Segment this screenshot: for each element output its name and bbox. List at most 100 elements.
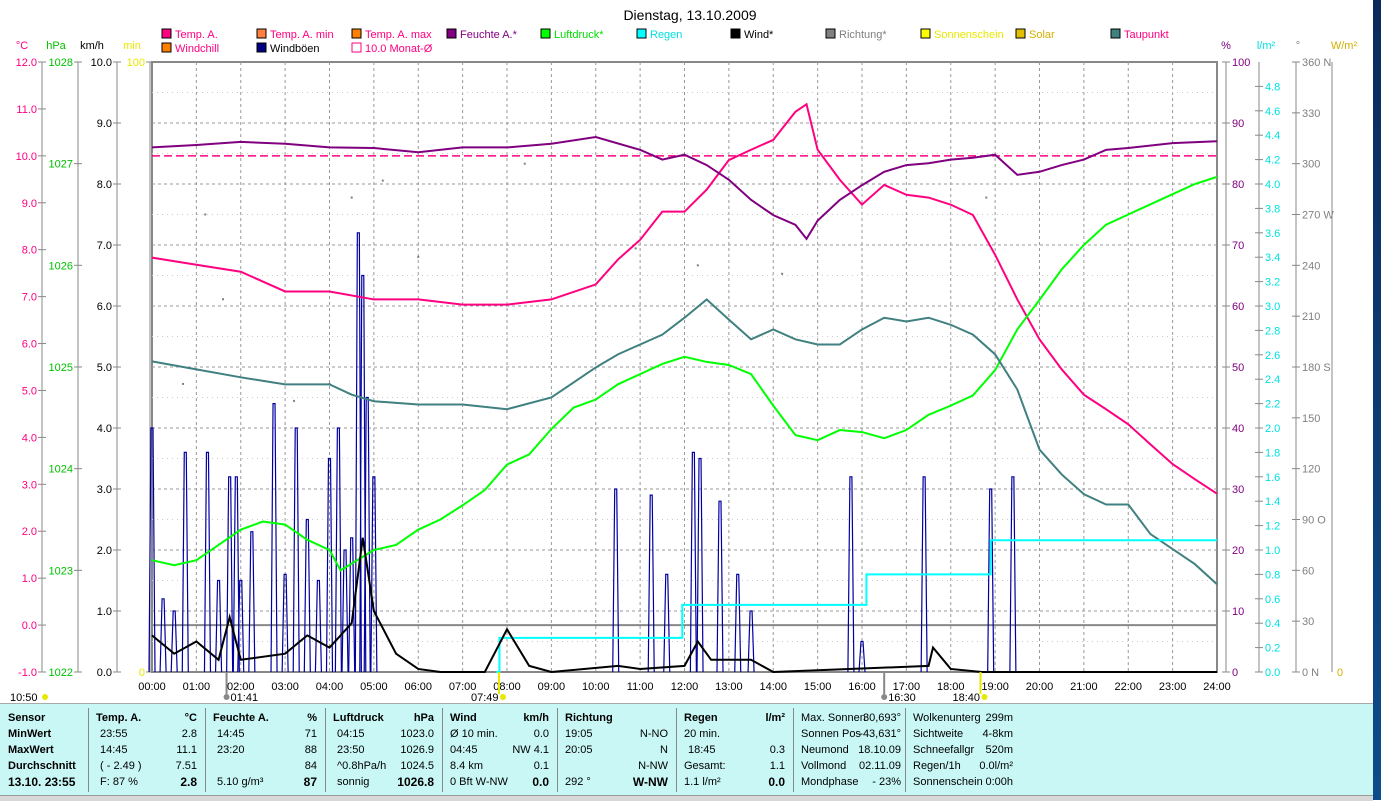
- rain-tick-label: 0.2: [1265, 643, 1280, 655]
- sun-row-2-value: 18.10.09: [858, 744, 901, 756]
- sun-icon: [42, 694, 48, 700]
- rain-row-1-value: 0.3: [769, 744, 785, 756]
- degree-tick-label: 360 N: [1302, 57, 1331, 69]
- rain-tick-label: 3.8: [1265, 203, 1280, 215]
- legend-label: Solar: [1029, 29, 1055, 41]
- x-tick-label: 14:00: [759, 681, 787, 693]
- rain-header: Regen: [684, 712, 718, 724]
- rain-tick-label: 4.8: [1265, 81, 1280, 93]
- legend-swatch-icon: [1110, 28, 1121, 39]
- wind-row-0-label: Ø 10 min.: [450, 728, 498, 740]
- sensor-header: Sensor: [8, 712, 46, 724]
- chart-title: Dienstag, 13.10.2009: [623, 7, 756, 23]
- celsius-tick-label: 9.0: [22, 198, 37, 210]
- x-tick-label: 24:00: [1203, 681, 1231, 693]
- celsius-tick-label: 4.0: [22, 432, 37, 444]
- percent-tick-label: 0: [1232, 667, 1238, 679]
- legend-swatch-icon: [540, 28, 551, 39]
- temp-unit: °C: [184, 712, 197, 724]
- x-tick-label: 21:00: [1070, 681, 1098, 693]
- humidity-row-1-label: 23:20: [217, 744, 245, 756]
- desktop-background: [1373, 0, 1381, 800]
- misc-row-1-label: Sichtweite: [913, 728, 964, 740]
- misc-row-4-value: 0:00h: [985, 776, 1013, 788]
- temp-column: Temp. A. °C 23:55 2.8 14:45 11.1 ( - 2.49 )…: [90, 708, 206, 792]
- rain-tick-label: 2.0: [1265, 423, 1280, 435]
- degree-tick-label: 240: [1302, 260, 1320, 272]
- direction-point: [350, 196, 353, 199]
- wind-header: Wind: [450, 712, 477, 724]
- hpa-tick-label: 1026: [49, 260, 73, 272]
- wind-unit: km/h: [523, 712, 549, 724]
- row-label-min: MinWert: [8, 728, 52, 740]
- humidity-row-3-label: 5.10 g/m³: [217, 776, 264, 788]
- x-tick-label: 22:00: [1114, 681, 1142, 693]
- rain-row-2-label: Gesamt:: [684, 760, 726, 772]
- rain-unit: l/m²: [765, 712, 785, 724]
- rain-tick-label: 1.2: [1265, 521, 1280, 533]
- percent-tick-label: 50: [1232, 362, 1244, 374]
- sun-row-0-label: Max. Sonnen: [801, 712, 866, 724]
- legend-swatch-icon: [730, 28, 741, 39]
- rain-tick-label: 4.4: [1265, 130, 1280, 142]
- direction-header: Richtung: [565, 712, 613, 724]
- legend-label: Taupunkt: [1124, 29, 1169, 41]
- legend-label: Temp. A.: [175, 29, 218, 41]
- rain-tick-label: 0.6: [1265, 594, 1280, 606]
- direction-row-3-label: 292 °: [565, 776, 591, 788]
- direction-point: [781, 272, 784, 275]
- pressure-header: Luftdruck: [333, 712, 384, 724]
- degree-tick-label: 150: [1302, 413, 1320, 425]
- humidity-unit: %: [307, 712, 317, 724]
- sun-row-0-value: 30,693°: [862, 712, 901, 724]
- moonset-time-label: 16:30: [888, 692, 916, 703]
- rain-tick-label: 0.8: [1265, 569, 1280, 581]
- kmh-tick-label: 6.0: [97, 301, 112, 313]
- celsius-tick-label: 12.0: [16, 57, 37, 69]
- stats-table: Sensor MinWert MaxWert Durchschnitt 13.1…: [0, 703, 1373, 796]
- direction-row-0-label: 19:05: [565, 728, 593, 740]
- temp-row-2-label: ( - 2.49 ): [100, 760, 142, 772]
- degree-tick-label: 330: [1302, 108, 1320, 120]
- rain-tick-label: 3.0: [1265, 301, 1280, 313]
- legend-swatch-icon: [351, 42, 362, 53]
- sun-row-4-value: - 23%: [872, 776, 901, 788]
- legend-label: Regen: [650, 29, 682, 41]
- misc-row-4-label: Sonnenschein: [913, 776, 983, 788]
- row-label-max: MaxWert: [8, 744, 54, 756]
- moonrise-icon: [223, 694, 230, 700]
- percent-unit-label: %: [1221, 40, 1231, 52]
- humidity-row-2-value: 84: [304, 760, 317, 772]
- x-tick-label: 12:00: [671, 681, 699, 693]
- percent-tick-label: 20: [1232, 545, 1244, 557]
- rain-row-1-label: 18:45: [688, 744, 716, 756]
- celsius-tick-label: 3.0: [22, 479, 37, 491]
- degree-tick-label: 270 W: [1302, 210, 1334, 222]
- legend-label: Feuchte A.*: [460, 29, 518, 41]
- x-tick-label: 04:00: [316, 681, 344, 693]
- min-tick-label: 0: [139, 667, 145, 679]
- kmh-tick-label: 8.0: [97, 179, 112, 191]
- kmh-tick-label: 3.0: [97, 484, 112, 496]
- legend-label: Temp. A. max: [365, 29, 432, 41]
- sun-row-3-label: Vollmond: [801, 760, 847, 772]
- direction-point: [417, 255, 420, 258]
- misc-row-2-label: Schneefallgr: [913, 744, 975, 756]
- legend-swatch-icon: [920, 28, 931, 39]
- rain-tick-label: 4.2: [1265, 155, 1280, 167]
- sun-row-2-label: Neumond: [801, 744, 849, 756]
- status-bar: [0, 795, 1373, 801]
- degree-tick-label: 210: [1302, 311, 1320, 323]
- percent-tick-label: 10: [1232, 606, 1244, 618]
- direction-point: [381, 179, 384, 182]
- legend-label: Temp. A. min: [270, 29, 334, 41]
- temp-row-1-value: 11.1: [176, 744, 197, 756]
- percent-tick-label: 60: [1232, 301, 1244, 313]
- rain-row-0-label: 20 min.: [684, 728, 721, 740]
- legend-label: Richtung*: [839, 29, 887, 41]
- direction-point: [182, 382, 185, 385]
- row-label-avg: Durchschnitt: [8, 760, 76, 772]
- rain-tick-label: 1.0: [1265, 545, 1280, 557]
- legend-label: 10.0 Monat-Ø: [365, 43, 433, 55]
- sun-time-label: 10:50: [10, 692, 38, 703]
